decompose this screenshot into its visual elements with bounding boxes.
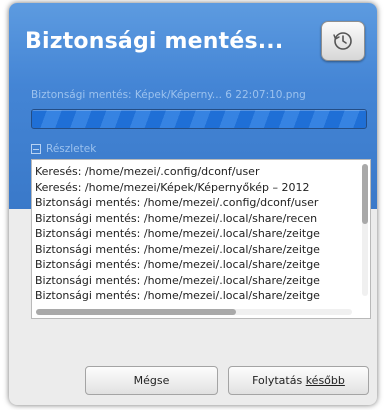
dialog-title: Biztonsági mentés... xyxy=(25,29,284,54)
cancel-button-label: Mégse xyxy=(133,374,170,387)
log-line: Keresés: /home/mezei/.config/dconf/user xyxy=(35,165,260,178)
details-label: Részletek xyxy=(46,143,97,155)
current-file-status: Biztonsági mentés: Képek/Képerny... 6 22… xyxy=(31,89,306,101)
resume-later-button[interactable]: Folytatás később xyxy=(228,366,369,395)
log-line: Biztonsági mentés: /home/mezei/.local/sh… xyxy=(35,211,318,225)
log-line: Biztonsági mentés: /home/mezei/.local/sh… xyxy=(35,227,320,240)
backup-dialog: Biztonsági mentés... Biztonsági mentés: … xyxy=(9,3,377,405)
details-log[interactable]: Keresés: /home/mezei/.config/dconf/user K… xyxy=(31,159,371,319)
details-expander[interactable]: Részletek xyxy=(31,143,96,155)
collapse-icon xyxy=(31,144,41,154)
history-clock-icon xyxy=(333,32,352,50)
horizontal-scrollbar[interactable] xyxy=(36,309,352,315)
resume-later-label-mnemonic: később xyxy=(305,374,345,387)
resume-later-label-prefix: Folytatás xyxy=(252,374,306,387)
log-line: Keresés: /home/mezei/Képek/Képernyőkép –… xyxy=(35,180,310,194)
backup-progress-bar xyxy=(31,109,367,129)
horizontal-scrollbar-thumb[interactable] xyxy=(36,309,236,315)
log-line: Biztonsági mentés: /home/mezei/.local/sh… xyxy=(35,242,320,256)
log-line: Biztonsági mentés: /home/mezei/.local/sh… xyxy=(35,258,320,271)
progress-fill xyxy=(32,110,366,128)
vertical-scrollbar-thumb[interactable] xyxy=(362,164,368,224)
log-line: Biztonsági mentés: /home/mezei/.config/d… xyxy=(35,196,319,209)
vertical-scrollbar[interactable] xyxy=(362,164,368,296)
log-list: Keresés: /home/mezei/.config/dconf/user K… xyxy=(35,164,356,304)
history-button[interactable] xyxy=(321,21,365,61)
cancel-button[interactable]: Mégse xyxy=(85,366,218,395)
log-line: Biztonsági mentés: /home/mezei/.local/sh… xyxy=(35,289,320,302)
log-line: Biztonsági mentés: /home/mezei/.local/sh… xyxy=(35,273,320,287)
